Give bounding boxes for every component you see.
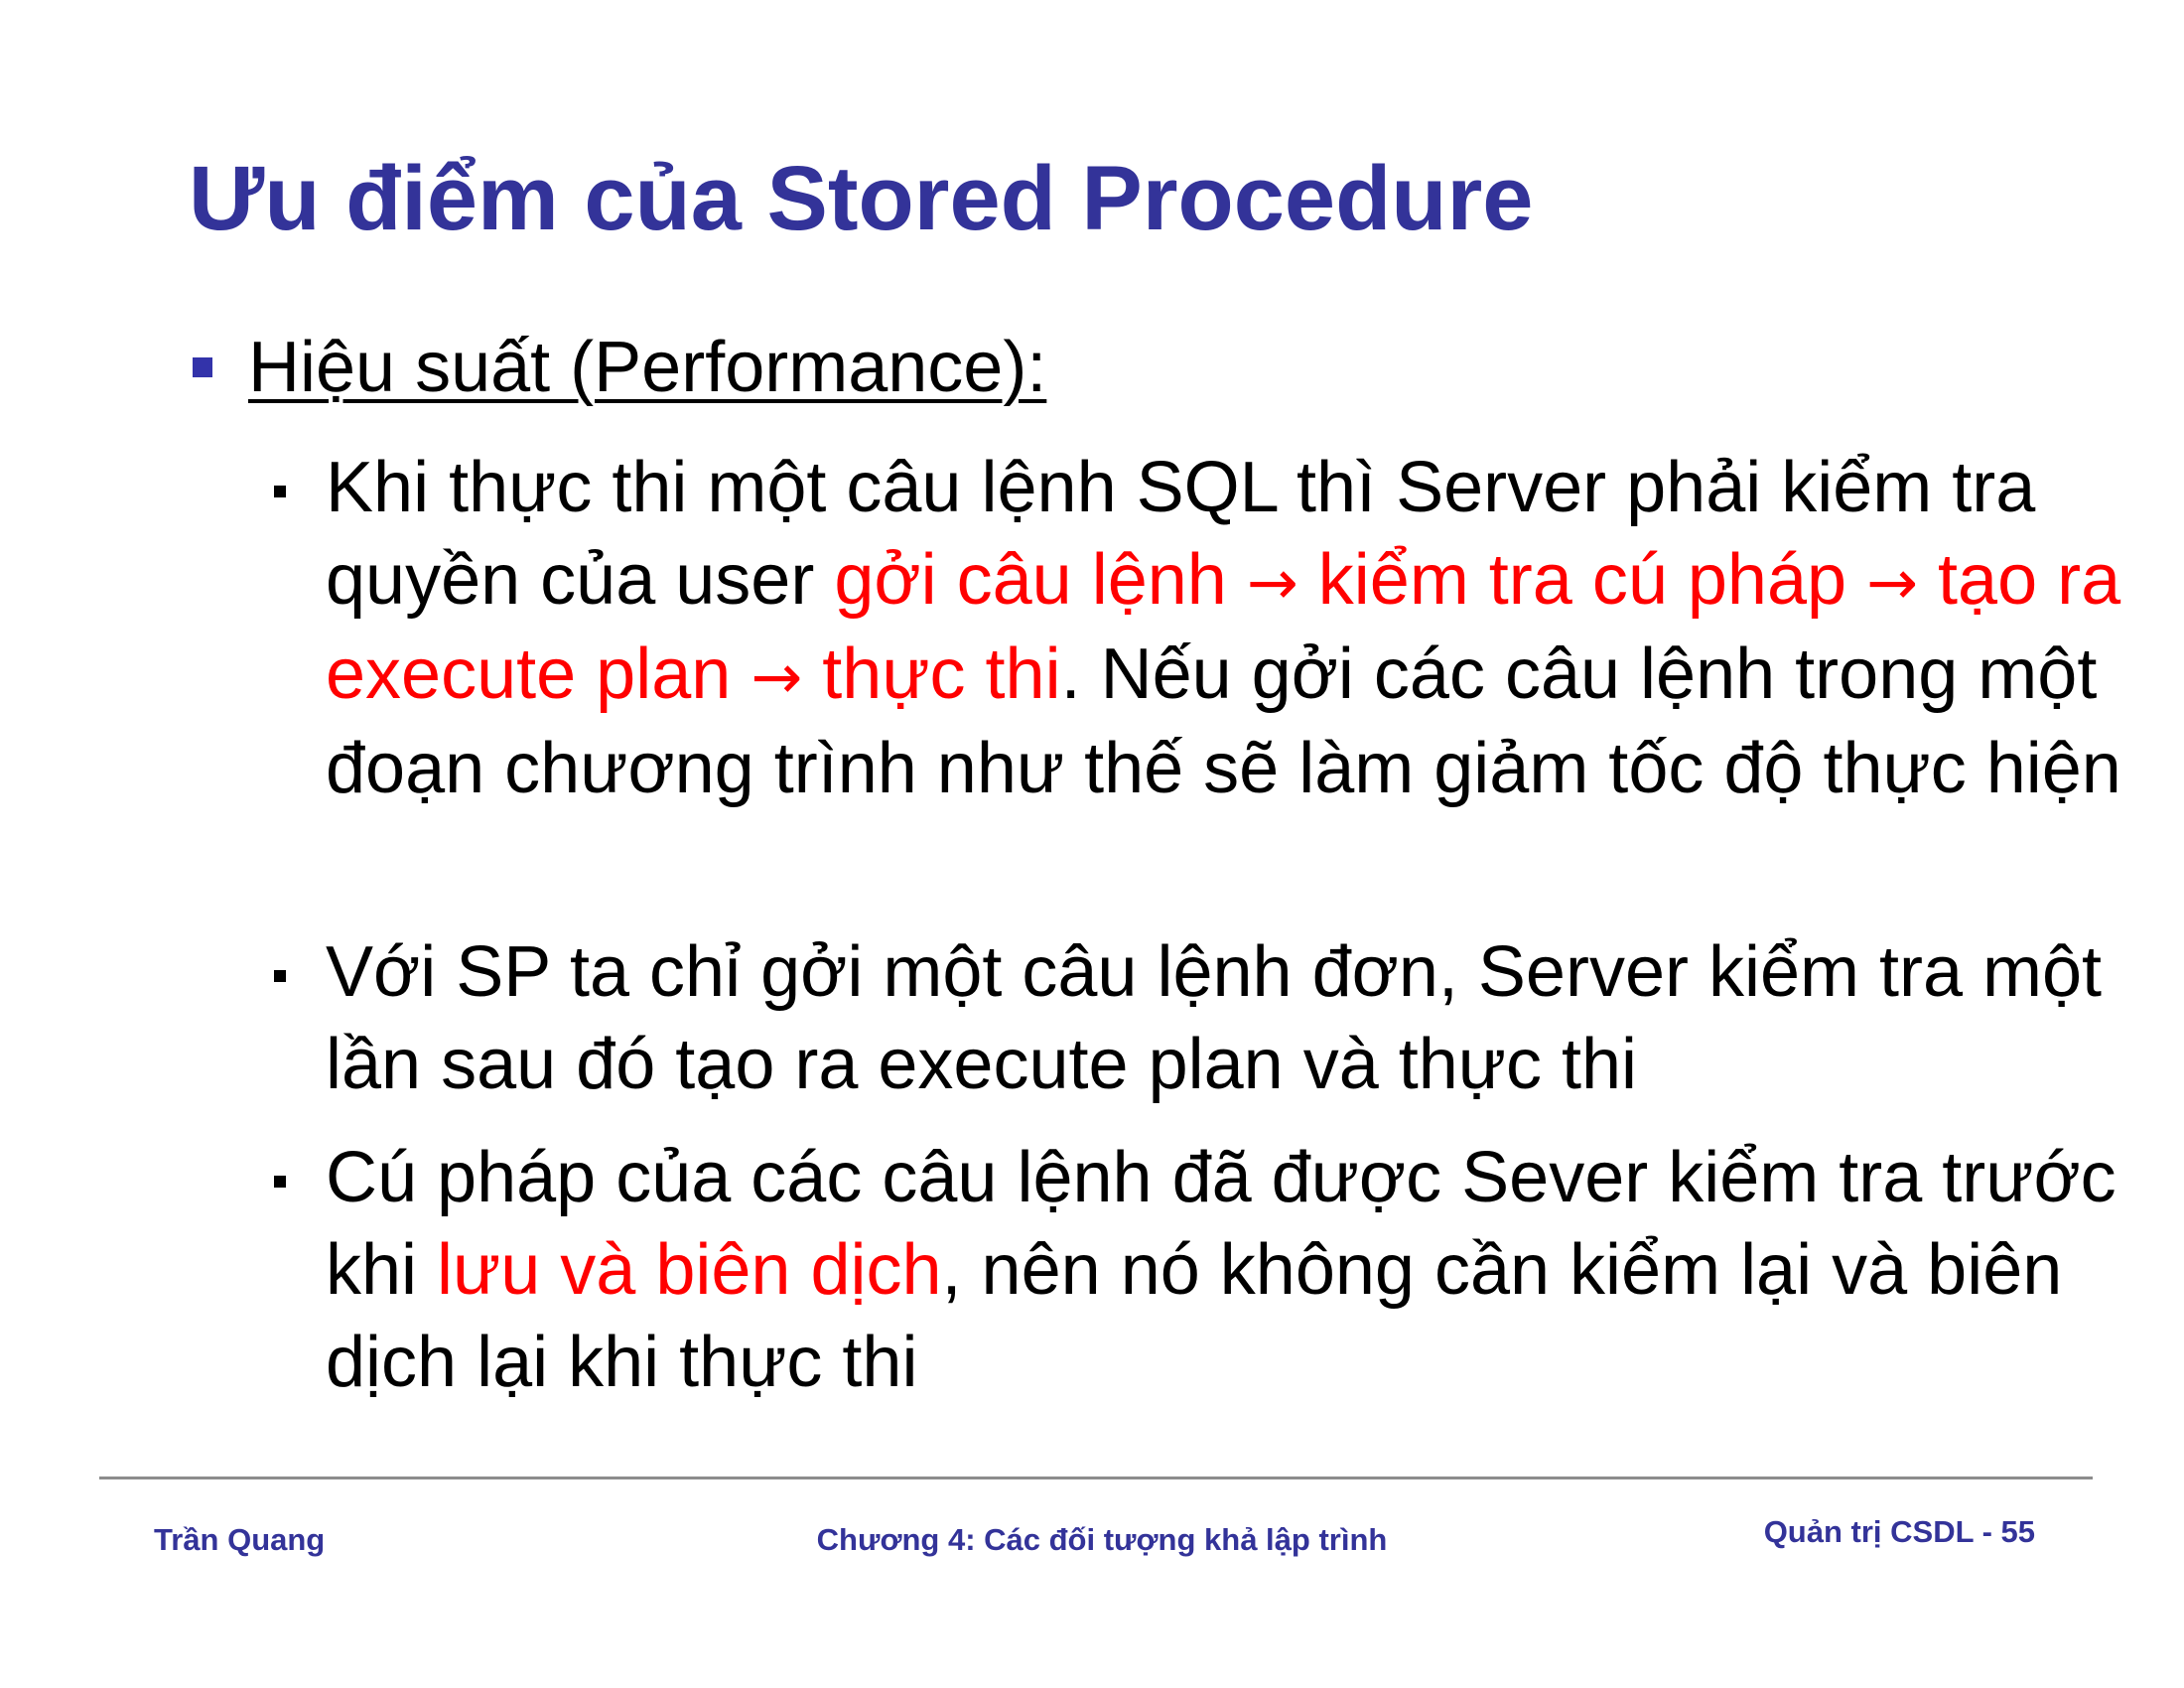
sub-bullet-1: Khi thực thi một câu lệnh SQL thì Server…: [274, 442, 2140, 815]
highlighted-text: thực thi: [802, 634, 1061, 714]
small-square-bullet-icon: [274, 970, 286, 982]
sub-bullet-2: Với SP ta chỉ gởi một câu lệnh đơn, Serv…: [274, 926, 2140, 1111]
section-heading: Hiệu suất (Performance):: [248, 328, 1047, 407]
body-text: Với SP ta chỉ gởi một câu lệnh đơn, Serv…: [326, 932, 2103, 1104]
highlighted-text: kiểm tra cú pháp: [1297, 540, 1867, 620]
highlighted-text: gởi câu lệnh: [834, 540, 1247, 620]
arrow-right-icon: →: [1246, 546, 1298, 619]
slide-title: Ưu điểm của Stored Procedure: [189, 148, 1534, 249]
footer-divider: [99, 1477, 2093, 1479]
highlighted-text: lưu và biên dịch: [437, 1230, 942, 1310]
small-square-bullet-icon: [274, 486, 286, 497]
small-square-bullet-icon: [274, 1176, 286, 1188]
square-bullet-icon: [193, 357, 212, 377]
sub-bullet-text: Khi thực thi một câu lệnh SQL thì Server…: [326, 442, 2140, 815]
arrow-right-icon: →: [751, 640, 803, 713]
arrow-right-icon: →: [1866, 546, 1919, 619]
sub-bullet-3: Cú pháp của các câu lệnh đã được Sever k…: [274, 1132, 2140, 1409]
sub-bullet-text: Cú pháp của các câu lệnh đã được Sever k…: [326, 1132, 2140, 1409]
slide: Ưu điểm của Stored Procedure Hiệu suất (…: [0, 0, 2184, 1688]
section-bullet: Hiệu suất (Performance):: [193, 323, 1046, 412]
footer-page-number: Quản trị CSDL - 55: [1763, 1514, 2035, 1549]
sub-bullet-text: Với SP ta chỉ gởi một câu lệnh đơn, Serv…: [326, 926, 2140, 1111]
